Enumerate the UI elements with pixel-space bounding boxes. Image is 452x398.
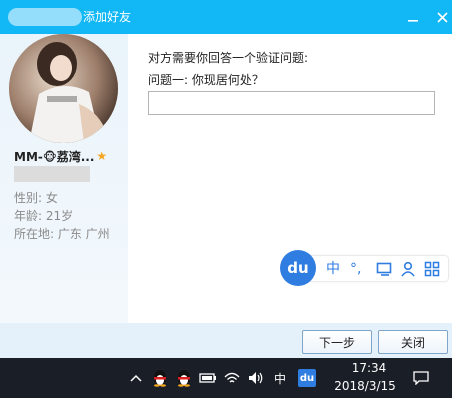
keyboard-icon[interactable]: [376, 261, 392, 282]
clock-time[interactable]: 17:34: [344, 360, 394, 376]
minimize-icon: [408, 20, 418, 22]
minimize-button[interactable]: [402, 6, 424, 28]
question-intro: 对方需要你回答一个验证问题:: [148, 51, 309, 65]
star-icon: ★: [96, 149, 108, 163]
nickname[interactable]: MM-🐵荔湾...: [14, 148, 94, 165]
baidu-ime-tray-icon[interactable]: du: [298, 369, 316, 387]
wifi-icon[interactable]: [222, 368, 242, 388]
nickname-row: MM-🐵荔湾... ★: [14, 148, 126, 164]
redacted-account: [14, 166, 90, 182]
answer-input[interactable]: [148, 91, 435, 115]
ime-toolbar: du 中 °,: [280, 250, 448, 286]
title-bar: 添加好友: [0, 0, 452, 34]
input-language-indicator[interactable]: 中: [270, 368, 290, 388]
window-title: 添加好友: [83, 10, 132, 24]
chevron-up-icon[interactable]: [126, 368, 146, 388]
qq-penguin-icon[interactable]: [150, 368, 170, 388]
close-button[interactable]: 关闭: [378, 330, 448, 354]
location-label: 所在地: 广东 广州: [14, 227, 110, 241]
clock-date[interactable]: 2018/3/15: [330, 378, 400, 394]
taskbar: 中 du 17:34 2018/3/15: [0, 358, 452, 398]
ime-punct-toggle[interactable]: °,: [350, 260, 361, 278]
grid-icon[interactable]: [424, 261, 440, 282]
question-one: 问题一: 你现居何处？: [148, 73, 264, 87]
next-step-button[interactable]: 下一步: [302, 330, 372, 354]
battery-icon[interactable]: [198, 368, 218, 388]
close-window-button[interactable]: [431, 6, 452, 28]
qq-penguin-icon-2[interactable]: [174, 368, 194, 388]
age-label: 年龄: 21岁: [14, 209, 74, 223]
volume-icon[interactable]: [246, 368, 266, 388]
ime-lang-toggle[interactable]: 中: [326, 260, 340, 278]
close-icon: [436, 11, 448, 23]
user-icon[interactable]: [400, 261, 416, 282]
baidu-ime-logo[interactable]: du: [280, 250, 316, 286]
notification-icon[interactable]: [410, 368, 432, 388]
avatar[interactable]: [9, 34, 118, 143]
title-redacted-name: [8, 8, 82, 26]
gender-label: 性别: 女: [14, 191, 58, 205]
